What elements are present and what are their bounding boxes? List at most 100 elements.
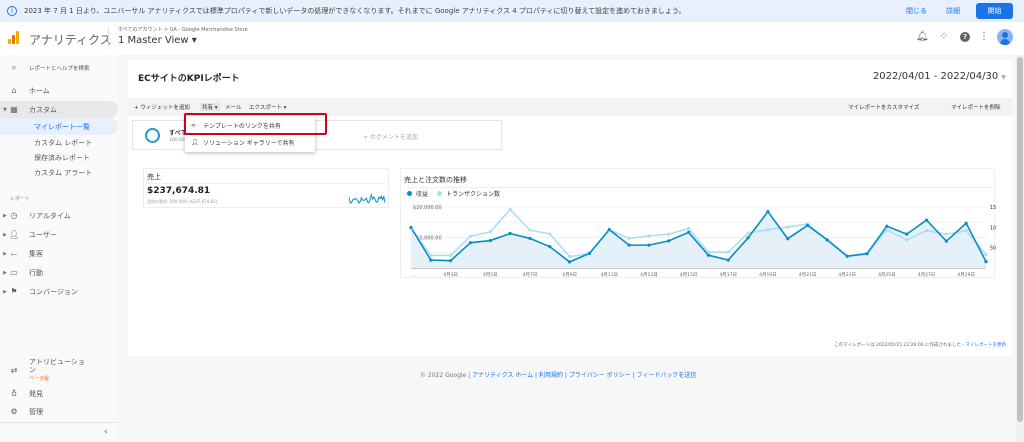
sidebar-item-behavior[interactable]: ▶ ▭ 行動: [0, 264, 118, 281]
revenue-point: [508, 231, 512, 236]
share-button[interactable]: 共有 ▾: [200, 103, 220, 111]
start-button[interactable]: 開始: [976, 3, 1013, 19]
home-icon: ⌂: [11, 86, 17, 95]
refresh-report-link[interactable]: マイレポートを更新: [966, 343, 1007, 348]
revenue-point: [726, 258, 730, 262]
view-selector[interactable]: 1 Master View ▾: [118, 35, 197, 46]
transactions-point: [429, 253, 433, 257]
page-title: ECサイトのKPIレポート: [138, 74, 240, 84]
sidebar-item-discover[interactable]: ♁ 発見: [0, 385, 118, 402]
person-add-icon: 👤︎: [191, 139, 199, 146]
x-tick-label: 4月21日: [799, 272, 817, 278]
widget-title: 売上: [147, 173, 161, 181]
transactions-point: [528, 228, 532, 232]
menu-item-share-solution-gallery[interactable]: 👤︎ ソリューション ギャラリーで共有: [185, 134, 315, 151]
banner-text: 2023 年 7 月 1 日より、ユニバーサル アナリティクスでは標準プロパティ…: [24, 7, 686, 15]
reports-section-label: レポート: [10, 196, 31, 202]
sidebar-item-attribution[interactable]: ⇄ アトリビューション ベータ版: [0, 355, 118, 385]
sidebar-item-home[interactable]: ⌂ ホーム: [0, 82, 118, 99]
sales-pct: 全体の割合: 100.00% ($237,674.81): [147, 199, 218, 204]
add-segment-button[interactable]: + セグメントを追加: [363, 132, 418, 141]
sales-value: $237,674.81: [147, 186, 211, 196]
sidebar-item-custom[interactable]: ▼ ▦ カスタム: [0, 101, 118, 118]
revenue-point: [746, 236, 750, 240]
transactions-point: [468, 234, 473, 238]
help-icon[interactable]: ?: [960, 32, 970, 42]
line-chart: $20,000.00$10,000.0015010050...4月3日4月5日4…: [409, 205, 996, 278]
person-icon: 👤︎: [9, 230, 20, 239]
revenue-point: [766, 209, 770, 214]
transactions-point: [786, 225, 790, 229]
sidebar-item-conversions[interactable]: ▶ ⚑ コンバージョン: [0, 283, 118, 300]
revenue-point: [786, 237, 790, 241]
sidebar: ⌕ レポートとヘルプを検索 ⌂ ホーム ▼ ▦ カスタム マイレポート一覧 カスタム レ…: [0, 55, 118, 442]
revenue-point: [905, 232, 909, 236]
transactions-point: [548, 232, 552, 236]
attribution-icon: ⇄: [10, 365, 18, 375]
revenue-point: [449, 259, 453, 263]
avatar[interactable]: [997, 29, 1013, 45]
flag-icon: ⚑: [10, 287, 18, 296]
x-tick-label: 4月17日: [719, 272, 737, 278]
footer-links[interactable]: アナリティクス ホーム | 利用規約 | プライバシー ポリシー | フィードバ…: [472, 372, 696, 379]
search-reports[interactable]: ⌕ レポートとヘルプを検索: [0, 59, 118, 76]
gear-icon: ⚙: [10, 407, 18, 416]
highlight-box: [184, 113, 327, 135]
email-button[interactable]: メール: [225, 103, 242, 111]
transactions-point: [766, 228, 770, 232]
analytics-logo-icon[interactable]: [8, 31, 20, 44]
acquisition-icon: ⤚: [10, 248, 18, 258]
sidebar-item-my-reports[interactable]: マイレポート一覧: [0, 118, 118, 135]
sidebar-item-admin[interactable]: ⚙ 管理: [0, 403, 118, 420]
transactions-point: [905, 238, 909, 242]
scrollbar[interactable]: [1016, 55, 1024, 442]
behavior-icon: ▭: [10, 268, 18, 277]
transactions-point: [706, 250, 711, 254]
transactions-point: [667, 232, 671, 236]
revenue-point: [984, 259, 988, 264]
lightbulb-icon: ♁: [11, 389, 17, 398]
revenue-point: [706, 253, 711, 257]
revenue-point: [845, 254, 849, 258]
sidebar-item-users[interactable]: ▶ 👤︎ ユーザー: [0, 226, 118, 243]
date-range-picker[interactable]: 2022/04/01 - 2022/04/30 ▼: [873, 71, 1006, 82]
revenue-point: [924, 218, 929, 222]
revenue-point: [944, 239, 948, 243]
right-tick-label: 150: [990, 205, 996, 211]
right-tick-label: 100: [990, 225, 996, 231]
revenue-point: [568, 260, 572, 264]
announcement-banner: i 2023 年 7 月 1 日より、ユニバーサル アナリティクスでは標準プロパ…: [0, 0, 1024, 22]
add-widget-button[interactable]: + ウィジェットを追加: [134, 103, 190, 111]
x-tick-label: 4月29日: [957, 272, 975, 278]
collapse-sidebar-icon[interactable]: ‹: [104, 427, 108, 437]
customize-button[interactable]: マイレポートをカスタマイズ: [848, 103, 919, 111]
sidebar-item-acquisition[interactable]: ▶ ⤚ 集客: [0, 245, 118, 262]
revenue-point: [528, 236, 532, 241]
revenue-point: [488, 238, 492, 243]
revenue-point: [548, 245, 552, 249]
revenue-point: [825, 238, 829, 242]
close-banner-button[interactable]: 閉じる: [906, 6, 927, 16]
x-tick-label: 4月7日: [523, 272, 538, 278]
breadcrumb[interactable]: すべてのアカウント > UA - Google Merchandise Stor…: [118, 26, 248, 33]
x-tick-label: 4月9日: [562, 272, 577, 278]
export-button[interactable]: エクスポート ▾: [249, 103, 286, 111]
transactions-point: [944, 232, 948, 236]
search-icon: ⌕: [11, 62, 17, 72]
revenue-point: [805, 223, 810, 227]
x-tick-label: 4月15日: [680, 272, 698, 278]
sidebar-item-realtime[interactable]: ▶ ◷ リアルタイム: [0, 207, 118, 224]
sidebar-item-custom-alerts[interactable]: カスタム アラート: [0, 164, 118, 181]
report-updated-text: このマイレポートは 2022/05/15 22:26:06 に作成されました -…: [834, 343, 1007, 348]
apps-grid-icon[interactable]: ⁘: [939, 32, 949, 42]
right-tick-label: 50: [990, 246, 996, 252]
details-link[interactable]: 詳細: [946, 6, 960, 16]
more-vert-icon[interactable]: ⋮: [979, 32, 989, 42]
x-tick-label: 4月25日: [878, 272, 896, 278]
x-tick-label: 4月19日: [759, 272, 777, 278]
bell-icon[interactable]: 🔔︎: [916, 32, 929, 42]
transactions-point: [449, 253, 453, 257]
x-tick-label: ...: [411, 273, 415, 278]
delete-report-button[interactable]: マイレポートを削除: [951, 103, 1001, 111]
clock-icon: ◷: [10, 211, 18, 220]
